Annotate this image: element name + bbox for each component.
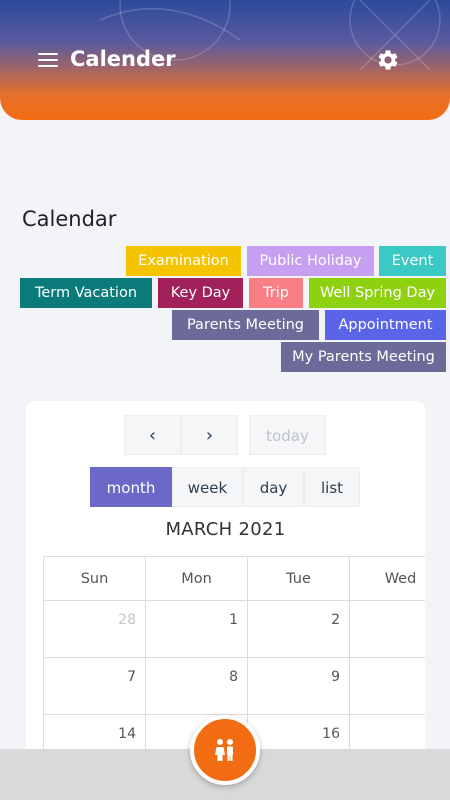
view-month-button[interactable]: month bbox=[90, 467, 172, 507]
day-header-wed: Wed bbox=[350, 557, 425, 601]
view-day-button[interactable]: day bbox=[243, 467, 304, 507]
day-header-sun: Sun bbox=[44, 557, 146, 601]
month-title: MARCH 2021 bbox=[165, 519, 286, 540]
app-header: Calender bbox=[0, 0, 450, 120]
legend-tag-public-holiday: Public Holiday bbox=[247, 246, 374, 276]
family-icon bbox=[215, 739, 233, 761]
today-button[interactable]: today bbox=[249, 415, 326, 455]
legend-tag-key-day: Key Day bbox=[158, 278, 243, 308]
day-cell[interactable]: 7 bbox=[44, 658, 146, 715]
day-cell[interactable]: 9 bbox=[248, 658, 350, 715]
legend-tag-examination: Examination bbox=[126, 246, 241, 276]
day-header-mon: Mon bbox=[146, 557, 248, 601]
legend-tag-trip: Trip bbox=[249, 278, 303, 308]
day-cell[interactable]: 8 bbox=[146, 658, 248, 715]
family-button[interactable] bbox=[190, 715, 260, 785]
view-switcher: month week day list bbox=[90, 467, 360, 507]
legend-tag-well-spring-day: Well Spring Day bbox=[309, 278, 446, 308]
day-cell[interactable]: 28 bbox=[44, 601, 146, 658]
section-title: Calendar bbox=[22, 207, 117, 231]
legend-tag-event: Event bbox=[379, 246, 446, 276]
legend-tag-parents-meeting: Parents Meeting bbox=[172, 310, 319, 340]
day-cell[interactable] bbox=[350, 658, 425, 715]
day-header-tue: Tue bbox=[248, 557, 350, 601]
app-title: Calender bbox=[70, 47, 176, 71]
view-list-button[interactable]: list bbox=[304, 467, 360, 507]
chevron-left-icon: ‹ bbox=[148, 425, 157, 446]
nav-button-group: ‹ › bbox=[124, 415, 238, 455]
day-cell[interactable]: 1 bbox=[146, 601, 248, 658]
view-week-button[interactable]: week bbox=[172, 467, 243, 507]
gear-icon[interactable] bbox=[376, 48, 400, 72]
legend-tag-appointment: Appointment bbox=[325, 310, 446, 340]
day-cell[interactable] bbox=[350, 601, 425, 658]
legend-tag-term-vacation: Term Vacation bbox=[20, 278, 152, 308]
day-cell[interactable]: 2 bbox=[248, 601, 350, 658]
prev-button[interactable]: ‹ bbox=[124, 415, 181, 455]
chevron-right-icon: › bbox=[205, 425, 214, 446]
legend-tag-my-parents-meeting: My Parents Meeting bbox=[281, 342, 446, 372]
menu-icon[interactable] bbox=[38, 53, 58, 68]
next-button[interactable]: › bbox=[181, 415, 238, 455]
